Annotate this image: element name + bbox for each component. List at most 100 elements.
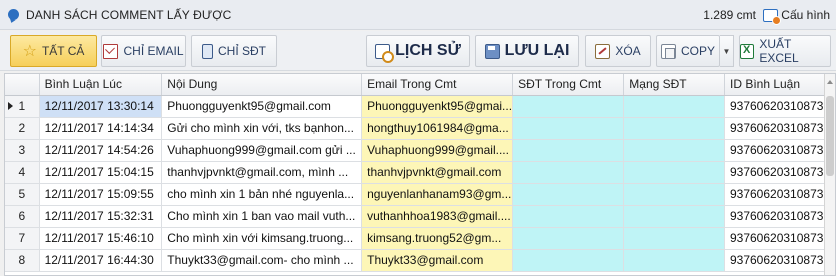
row-number[interactable]: 6 (5, 205, 40, 228)
cell-comment-id[interactable]: 93760620310873... (724, 183, 835, 206)
cell-phone[interactable] (512, 249, 625, 272)
column-header-email[interactable]: Email Trong Cmt (361, 74, 514, 96)
cell-email-text: hongthuy1061984@gma... (367, 121, 509, 135)
cell-network[interactable] (623, 205, 725, 228)
cell-network[interactable] (623, 95, 725, 118)
column-header-phone[interactable]: SĐT Trong Cmt (512, 74, 625, 96)
cell-content[interactable]: Thuykt33@gmail.com- cho mình ... (161, 249, 363, 272)
table-row[interactable]: 5 12/11/2017 15:09:55 cho mình xin 1 bản n… (5, 183, 835, 206)
cell-network[interactable] (623, 139, 725, 162)
column-header-content[interactable]: Nội Dung (161, 74, 363, 96)
config-button[interactable]: Cấu hình (763, 5, 830, 25)
email-only-button[interactable]: CHỈ EMAIL (101, 35, 186, 67)
table-row[interactable]: 3 12/11/2017 14:54:26 Vuhaphuong999@gmail.… (5, 139, 835, 162)
all-button-label: TẤT CẢ (41, 44, 85, 58)
table-row[interactable]: 1 12/11/2017 13:30:14 Phuongguyenkt95@gmai… (5, 95, 835, 118)
cell-email[interactable]: Vuhaphuong999@gmail.... (361, 139, 514, 162)
cell-content[interactable]: Cho mình xin với kimsang.truong... (161, 227, 363, 250)
copy-button[interactable]: COPY (656, 35, 720, 67)
cell-time-text: 12/11/2017 14:14:34 (44, 121, 154, 135)
cell-network[interactable] (623, 161, 725, 184)
cell-comment-id[interactable]: 93760620310873... (724, 205, 835, 228)
cell-phone[interactable] (512, 139, 625, 162)
cell-comment-id[interactable]: 93760620310873... (724, 139, 835, 162)
comment-table: Bình Luận Lúc Nội Dung Email Trong Cmt S… (5, 74, 835, 272)
cell-phone[interactable] (512, 205, 625, 228)
row-number[interactable]: 5 (5, 183, 40, 206)
cell-email[interactable]: Thuykt33@gmail.com (361, 249, 514, 272)
cell-time[interactable]: 12/11/2017 13:30:14 (39, 95, 163, 118)
cell-phone[interactable] (512, 95, 625, 118)
column-header-comment-id[interactable]: ID Bình Luận (724, 74, 835, 96)
cell-time[interactable]: 12/11/2017 16:44:30 (39, 249, 163, 272)
all-button[interactable]: ☆ TẤT CẢ (10, 35, 97, 67)
cell-email-text: vuthanhhoa1983@gmail.... (367, 209, 511, 223)
row-number[interactable]: 1 (5, 95, 40, 118)
table-row[interactable]: 2 12/11/2017 14:14:34 Gửi cho mình xin với… (5, 117, 835, 140)
cell-time[interactable]: 12/11/2017 15:09:55 (39, 183, 163, 206)
cell-comment-id[interactable]: 93760620310873... (724, 95, 835, 118)
row-number-text: 5 (18, 187, 26, 201)
cell-comment-id[interactable]: 93760620310873... (724, 161, 835, 184)
cell-email-text: Phuongguyenkt95@gmai... (367, 99, 513, 113)
cell-phone[interactable] (512, 183, 625, 206)
cell-time[interactable]: 12/11/2017 14:54:26 (39, 139, 163, 162)
row-number[interactable]: 7 (5, 227, 40, 250)
chevron-down-icon: ▼ (722, 46, 731, 56)
comment-grid[interactable]: Bình Luận Lúc Nội Dung Email Trong Cmt S… (4, 73, 836, 276)
cell-content[interactable]: Phuongguyenkt95@gmail.com (161, 95, 363, 118)
cell-network[interactable] (623, 249, 725, 272)
row-number[interactable]: 4 (5, 161, 40, 184)
delete-icon (595, 43, 611, 59)
cell-content[interactable]: Cho mình xin 1 ban vao mail vuth... (161, 205, 363, 228)
cell-email[interactable]: nguyenlanhanam93@gm... (361, 183, 514, 206)
cell-time[interactable]: 12/11/2017 15:04:15 (39, 161, 163, 184)
cell-email[interactable]: thanhvjpvnkt@gmail.com (361, 161, 514, 184)
column-header-time[interactable]: Bình Luận Lúc (39, 74, 163, 96)
history-button[interactable]: LỊCH SỬ (366, 35, 470, 67)
cell-email[interactable]: Phuongguyenkt95@gmai... (361, 95, 514, 118)
cell-phone[interactable] (512, 117, 625, 140)
cell-content-text: Cho mình xin với kimsang.truong... (167, 231, 354, 245)
panel-titlebar: DANH SÁCH COMMENT LẤY ĐƯỢC 1.289 cmt Cấu… (0, 0, 836, 30)
cell-comment-id[interactable]: 93760620310873... (724, 249, 835, 272)
cell-content[interactable]: cho mình xin 1 bản nhé nguyenla... (161, 183, 363, 206)
cell-time[interactable]: 12/11/2017 15:46:10 (39, 227, 163, 250)
column-header-rownum[interactable] (5, 74, 40, 96)
cell-comment-id[interactable]: 93760620310873... (724, 117, 835, 140)
vertical-scrollbar[interactable] (824, 74, 835, 275)
table-row[interactable]: 4 12/11/2017 15:04:15 thanhvjpvnkt@gmail.c… (5, 161, 835, 184)
phone-only-button[interactable]: CHỈ SĐT (191, 35, 277, 67)
row-number[interactable]: 2 (5, 117, 40, 140)
copy-dropdown-button[interactable]: ▼ (720, 35, 734, 67)
row-number[interactable]: 8 (5, 249, 40, 272)
save-button[interactable]: LƯU LẠI (475, 35, 579, 67)
table-row[interactable]: 7 12/11/2017 15:46:10 Cho mình xin với kim… (5, 227, 835, 250)
cell-time[interactable]: 12/11/2017 15:32:31 (39, 205, 163, 228)
cell-network[interactable] (623, 183, 725, 206)
row-number[interactable]: 3 (5, 139, 40, 162)
cell-comment-id[interactable]: 93760620310873... (724, 227, 835, 250)
history-icon (375, 43, 395, 63)
cell-email[interactable]: kimsang.truong52@gm... (361, 227, 514, 250)
cell-time-text: 12/11/2017 15:46:10 (44, 231, 154, 245)
cell-email-text: kimsang.truong52@gm... (367, 231, 502, 245)
cell-phone[interactable] (512, 161, 625, 184)
export-excel-button[interactable]: XUẤT EXCEL (739, 35, 831, 67)
cell-content[interactable]: thanhvjpvnkt@gmail.com, mình ... (161, 161, 363, 184)
scrollbar-thumb[interactable] (826, 96, 834, 176)
cell-email[interactable]: hongthuy1061984@gma... (361, 117, 514, 140)
table-row[interactable]: 6 12/11/2017 15:32:31 Cho mình xin 1 ban v… (5, 205, 835, 228)
cell-content[interactable]: Gửi cho mình xin với, tks bạnhon... (161, 117, 363, 140)
config-label: Cấu hình (781, 8, 830, 22)
cell-phone[interactable] (512, 227, 625, 250)
cell-network[interactable] (623, 117, 725, 140)
cell-email[interactable]: vuthanhhoa1983@gmail.... (361, 205, 514, 228)
delete-button[interactable]: XÓA (585, 35, 651, 67)
cell-network[interactable] (623, 227, 725, 250)
table-row[interactable]: 8 12/11/2017 16:44:30 Thuykt33@gmail.com- … (5, 249, 835, 272)
cell-time[interactable]: 12/11/2017 14:14:34 (39, 117, 163, 140)
column-header-network[interactable]: Mạng SĐT (623, 74, 725, 96)
scroll-up-arrow-icon[interactable] (827, 80, 833, 84)
cell-content[interactable]: Vuhaphuong999@gmail.com gửi ... (161, 139, 363, 162)
